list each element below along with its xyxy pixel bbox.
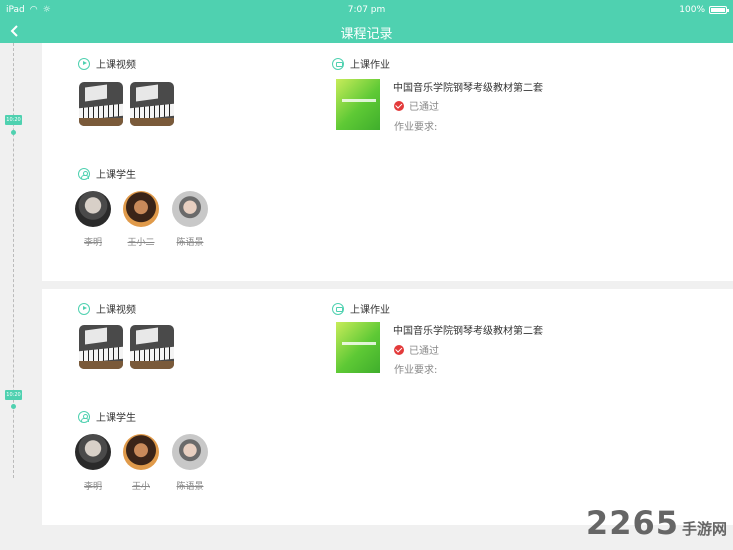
status-time: 7:07 pm (347, 5, 386, 15)
students-section-header: 上课学生 (78, 409, 136, 424)
student-name: 李明 (83, 238, 102, 248)
site-watermark: 2265 手游网 (586, 504, 727, 542)
student-avatar[interactable] (75, 191, 111, 227)
timeline-line (13, 43, 14, 478)
homework-section-header: 上课作业 (332, 301, 390, 316)
student-avatar[interactable] (75, 434, 111, 470)
video-section-header: 上课视频 (78, 56, 136, 71)
student-name: 王小二 (127, 238, 155, 248)
video-thumbnail[interactable] (130, 325, 174, 369)
status-bar: iPad ◠ ☼ 7:07 pm 100% (0, 0, 733, 20)
video-thumbnail[interactable] (79, 82, 123, 126)
homework-title: 中国音乐学院钢琴考级教材第二套 (393, 83, 543, 94)
homework-requirement: 作业要求: (394, 365, 438, 376)
book-circle-icon (332, 57, 344, 70)
video-thumbnail[interactable] (130, 82, 174, 126)
homework-status: 已通过 (394, 342, 439, 357)
lesson-record-card: 上课视频 上课作业 中国音乐学院钢琴考级教材第二套 已通过 作业要求: 上课学生… (42, 43, 733, 281)
lesson-record-card: 上课视频 上课作业 中国音乐学院钢琴考级教材第二套 已通过 作业要求: 上课学生… (42, 289, 733, 525)
student-avatar[interactable] (123, 434, 159, 470)
section-title: 上课视频 (96, 60, 136, 71)
play-circle-icon (78, 302, 90, 315)
user-circle-icon (78, 410, 90, 423)
homework-status: 已通过 (394, 98, 439, 113)
nav-bar: 课程记录 (0, 20, 733, 43)
book-circle-icon (332, 302, 344, 315)
homework-requirement: 作业要求: (394, 122, 438, 133)
watermark-number: 2265 (585, 504, 679, 542)
homework-section-header: 上课作业 (332, 56, 390, 71)
section-title: 上课视频 (96, 305, 136, 316)
page-title: 课程记录 (340, 27, 393, 42)
homework-title: 中国音乐学院钢琴考级教材第二套 (393, 326, 543, 337)
battery-percent: 100% (679, 5, 705, 15)
section-title: 上课作业 (350, 305, 390, 316)
watermark-text: 手游网 (681, 520, 727, 538)
student-avatar[interactable] (172, 434, 208, 470)
student-name: 李明 (83, 482, 102, 492)
section-title: 上课作业 (350, 60, 390, 71)
user-circle-icon (78, 167, 90, 180)
battery-icon (709, 6, 729, 14)
student-name: 陈语景 (176, 238, 204, 248)
section-title: 上课学生 (96, 413, 136, 424)
homework-book-cover[interactable] (336, 322, 380, 373)
status-text: 已通过 (409, 102, 439, 113)
status-text: 已通过 (409, 346, 439, 357)
timeline-time-tag: 10:20 (5, 390, 22, 400)
play-circle-icon (78, 57, 90, 70)
timeline-dot (11, 130, 16, 135)
students-section-header: 上课学生 (78, 166, 136, 181)
student-name: 王小 (131, 482, 150, 492)
student-name: 陈语景 (176, 482, 204, 492)
check-badge-icon (394, 100, 404, 111)
student-avatar[interactable] (172, 191, 208, 227)
timeline-dot (11, 404, 16, 409)
student-avatar[interactable] (123, 191, 159, 227)
check-badge-icon (394, 344, 404, 355)
section-title: 上课学生 (96, 170, 136, 181)
video-thumbnail[interactable] (79, 325, 123, 369)
video-section-header: 上课视频 (78, 301, 136, 316)
timeline-time-tag: 10:20 (5, 115, 22, 125)
homework-book-cover[interactable] (336, 79, 380, 130)
